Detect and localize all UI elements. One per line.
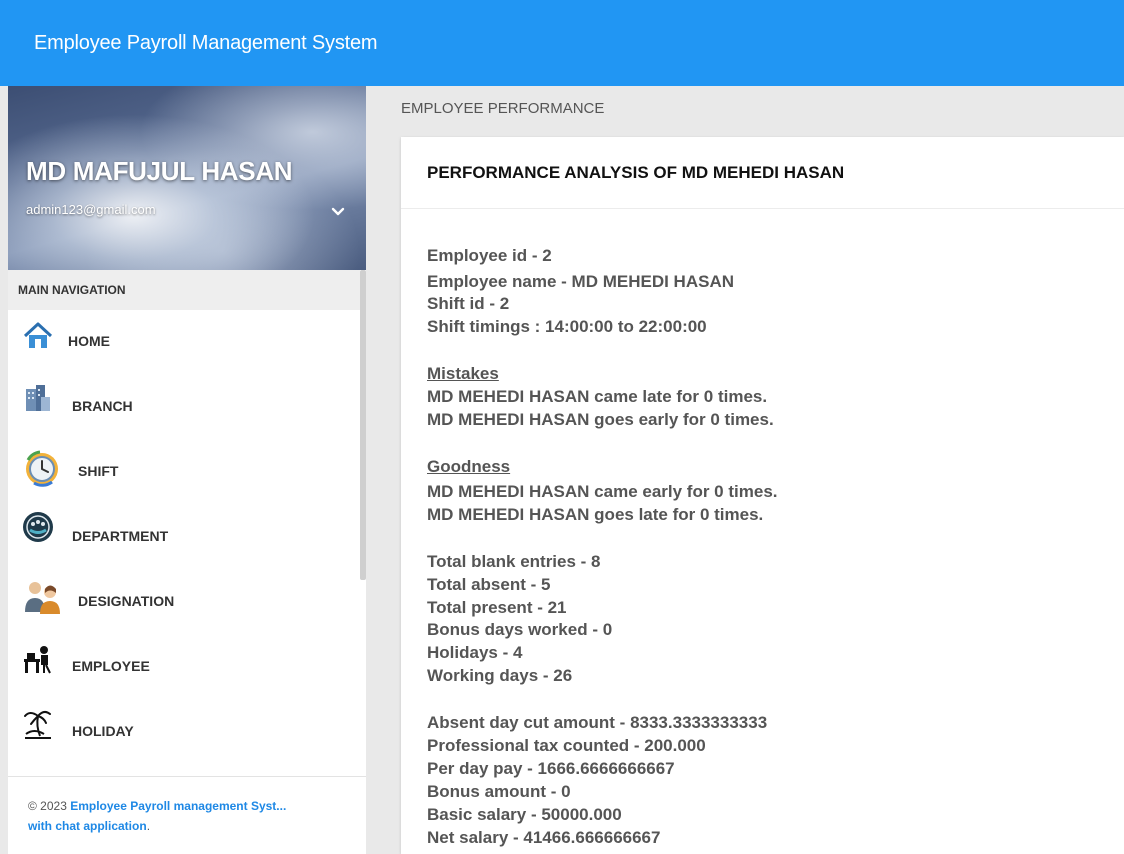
- card-header: PERFORMANCE ANALYSIS OF MD MEHEDI HASAN: [401, 137, 1124, 209]
- user-profile-banner: MD MAFUJUL HASAN admin123@gmail.com: [8, 86, 366, 270]
- sidebar-item-label: DEPARTMENT: [72, 528, 169, 544]
- shift-timings: Shift timings : 14:00:00 to 22:00:00: [427, 317, 707, 336]
- footer-divider: [8, 776, 366, 777]
- goodness-heading: Goodness: [427, 457, 511, 476]
- sidebar-item-label: SHIFT: [78, 463, 119, 479]
- net-salary: Net salary - 41466.666666667: [427, 828, 661, 847]
- basic-salary: Basic salary - 50000.000: [427, 805, 622, 824]
- holidays-count: Holidays - 4: [427, 643, 523, 662]
- app-title[interactable]: Employee Payroll Management System: [34, 32, 378, 55]
- copyright-text: © 2023: [28, 799, 71, 813]
- mistake-early: MD MEHEDI HASAN goes early for 0 times.: [427, 410, 774, 429]
- sidebar-item-holiday[interactable]: HOLIDAY: [8, 700, 360, 760]
- sidebar-item-label: HOLIDAY: [72, 723, 134, 739]
- sidebar-item-label: HOME: [68, 333, 110, 349]
- goodness-late: MD MEHEDI HASAN goes late for 0 times.: [427, 505, 764, 524]
- sidebar: MD MAFUJUL HASAN admin123@gmail.com MAIN…: [8, 86, 366, 854]
- page-title: EMPLOYEE PERFORMANCE: [401, 100, 605, 117]
- per-day-pay: Per day pay - 1666.6666666667: [427, 759, 675, 778]
- sidebar-item-department[interactable]: DEPARTMENT: [8, 505, 360, 565]
- mistake-late: MD MEHEDI HASAN came late for 0 times.: [427, 387, 768, 406]
- bonus-days-worked: Bonus days worked - 0: [427, 620, 613, 639]
- absent-day-cut: Absent day cut amount - 8333.3333333333: [427, 713, 768, 732]
- shift-id: Shift id - 2: [427, 294, 510, 313]
- sidebar-item-shift[interactable]: SHIFT: [8, 440, 360, 500]
- sidebar-item-employee[interactable]: EMPLOYEE: [8, 635, 360, 695]
- employee-desk-icon: [24, 646, 51, 674]
- sidebar-item-branch[interactable]: BRANCH: [8, 375, 360, 435]
- sidebar-item-label: DESIGNATION: [78, 593, 175, 609]
- footer-app-link-continued[interactable]: with chat application: [28, 819, 147, 833]
- goodness-early: MD MEHEDI HASAN came early for 0 times.: [427, 482, 778, 501]
- footer-suffix: .: [146, 819, 151, 833]
- people-icon: [25, 582, 60, 614]
- user-name: MD MAFUJUL HASAN: [26, 156, 293, 186]
- user-email: admin123@gmail.com: [26, 202, 156, 217]
- employee-name: Employee name - MD MEHEDI HASAN: [427, 272, 734, 291]
- home-icon: [23, 322, 53, 348]
- building-icon: [26, 385, 50, 411]
- bonus-amount: Bonus amount - 0: [427, 782, 571, 801]
- sidebar-item-label: BRANCH: [72, 398, 133, 414]
- sidebar-footer: © 2023 Employee Payroll management Syst.…: [28, 796, 358, 836]
- mistakes-heading: Mistakes: [427, 364, 499, 383]
- performance-card: PERFORMANCE ANALYSIS OF MD MEHEDI HASAN …: [401, 137, 1124, 854]
- chevron-down-icon[interactable]: [328, 202, 348, 222]
- sidebar-item-label: EMPLOYEE: [72, 658, 150, 674]
- sidebar-scrollbar[interactable]: [360, 270, 366, 580]
- total-present: Total present - 21: [427, 598, 567, 617]
- total-blank-entries: Total blank entries - 8: [427, 552, 601, 571]
- sidebar-item-designation[interactable]: DESIGNATION: [8, 570, 360, 630]
- top-app-bar: Employee Payroll Management System: [0, 0, 1124, 86]
- working-days: Working days - 26: [427, 666, 573, 685]
- sidebar-item-home[interactable]: HOME: [8, 310, 360, 370]
- clock-icon: [26, 450, 58, 487]
- main-navigation-header: MAIN NAVIGATION: [8, 270, 360, 310]
- department-icon: [23, 512, 53, 542]
- palm-tree-icon: [24, 710, 51, 739]
- footer-app-link[interactable]: Employee Payroll management Syst...: [70, 799, 286, 813]
- card-title: PERFORMANCE ANALYSIS OF MD MEHEDI HASAN: [427, 163, 845, 182]
- professional-tax: Professional tax counted - 200.000: [427, 736, 706, 755]
- total-absent: Total absent - 5: [427, 575, 551, 594]
- employee-id: Employee id - 2: [427, 246, 552, 265]
